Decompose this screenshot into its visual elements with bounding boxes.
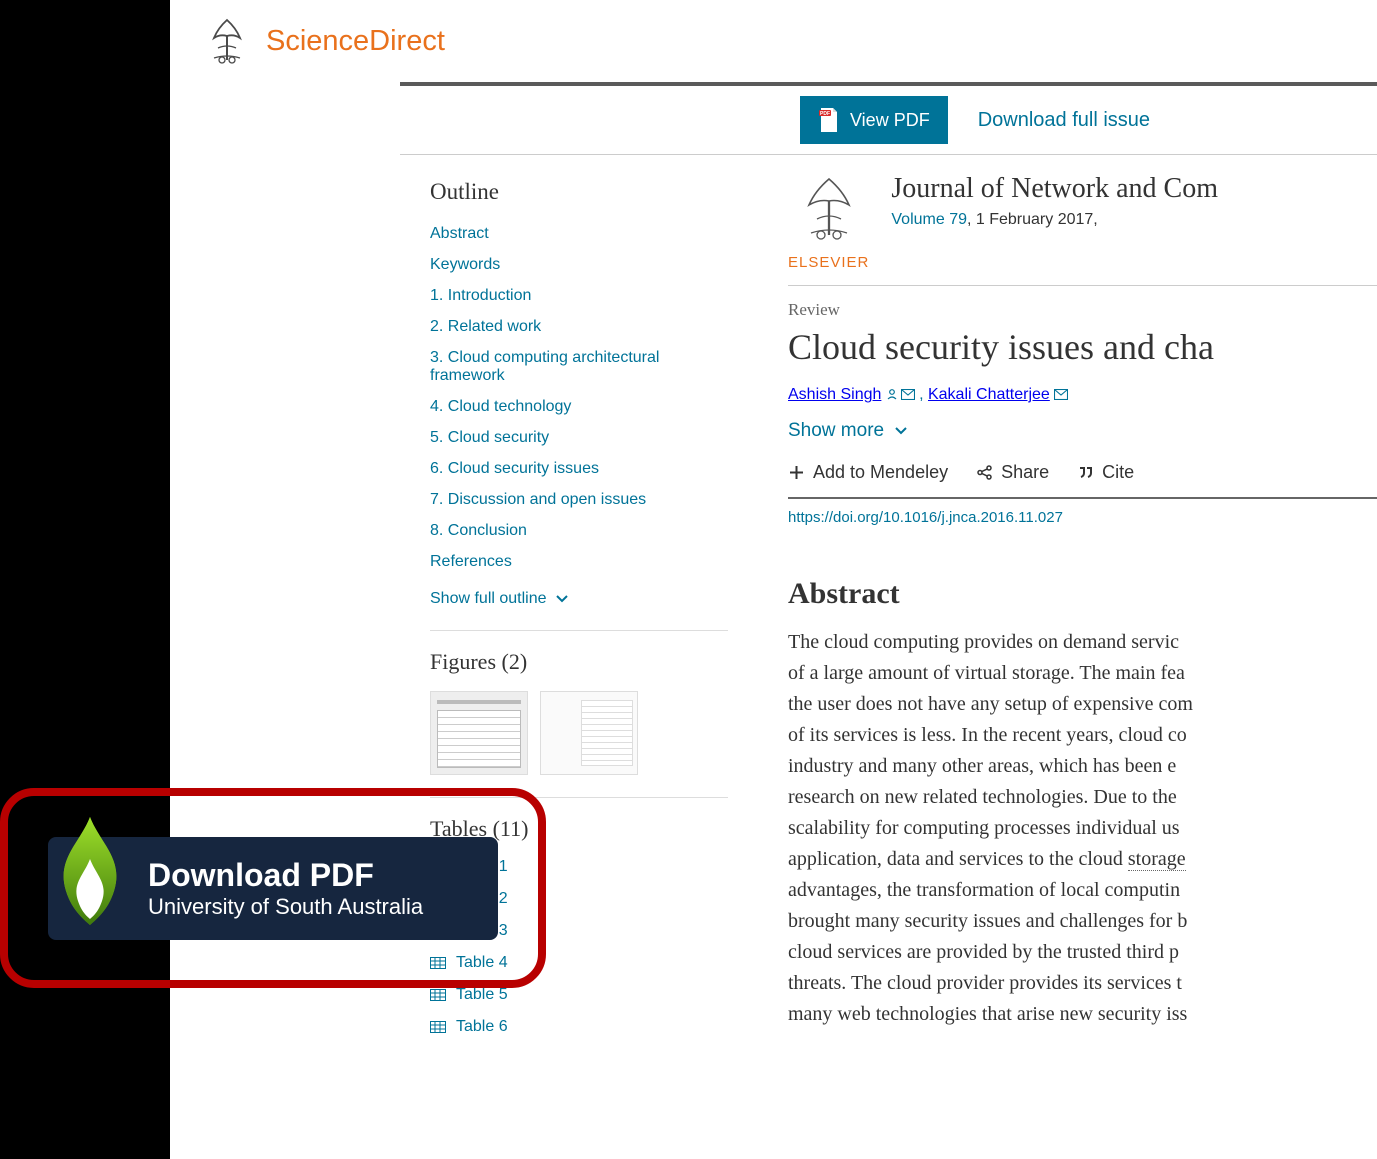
abstract-keyword-storage[interactable]: storage xyxy=(1128,848,1186,871)
add-to-mendeley-button[interactable]: Add to Mendeley xyxy=(788,462,948,483)
article-actions: Add to Mendeley Share Cite xyxy=(788,462,1377,483)
lean-download-pdf-button[interactable]: Download PDF University of South Austral… xyxy=(48,837,498,940)
abstract-line: industry and many other areas, which has… xyxy=(788,755,1176,777)
download-full-issue-link[interactable]: Download full issue xyxy=(978,109,1150,132)
article-toolbar: PDF View PDF Download full issue xyxy=(170,86,1377,154)
share-label: Share xyxy=(1001,462,1049,483)
outline-item-1[interactable]: 1. Introduction xyxy=(430,287,531,304)
journal-meta: Volume 79, 1 February 2017, xyxy=(891,211,1218,229)
person-icon[interactable] xyxy=(886,388,898,400)
article-main: ELSEVIER Journal of Network and Com Volu… xyxy=(758,155,1377,1050)
show-more-button[interactable]: Show more xyxy=(788,420,908,442)
author-link-1[interactable]: Ashish Singh xyxy=(788,386,881,403)
outline-item-3[interactable]: 3. Cloud computing architectural framewo… xyxy=(430,349,659,384)
figure-thumbnails xyxy=(430,691,728,775)
figures-heading: Figures (2) xyxy=(430,649,728,675)
outline-item-6[interactable]: 6. Cloud security issues xyxy=(430,460,599,477)
table-link-5[interactable]: Table 5 xyxy=(430,986,508,1004)
outline-item-keywords[interactable]: Keywords xyxy=(430,256,500,273)
site-header: ScienceDirect xyxy=(170,0,1377,82)
outline-item-2[interactable]: 2. Related work xyxy=(430,318,541,335)
cite-button[interactable]: Cite xyxy=(1077,462,1134,483)
chevron-down-icon xyxy=(555,592,569,606)
elsevier-tree-logo-icon xyxy=(200,14,254,68)
flame-icon xyxy=(42,813,138,933)
abstract-heading: Abstract xyxy=(788,577,1377,611)
abstract-line: the user does not have any setup of expe… xyxy=(788,693,1193,715)
abstract-line: many web technologies that arise new sec… xyxy=(788,1003,1187,1025)
quote-icon xyxy=(1077,464,1094,481)
table-link-6[interactable]: Table 6 xyxy=(430,1018,508,1036)
table-label: Table 6 xyxy=(456,1018,508,1036)
abstract-line: of its services is less. In the recent y… xyxy=(788,724,1187,746)
journal-title[interactable]: Journal of Network and Com xyxy=(891,173,1218,205)
doi-link[interactable]: https://doi.org/10.1016/j.jnca.2016.11.0… xyxy=(788,509,1063,526)
pdf-file-icon: PDF xyxy=(818,108,840,132)
article-type-label: Review xyxy=(788,300,1377,320)
lean-title: Download PDF xyxy=(148,857,468,894)
abstract-line: of a large amount of virtual storage. Th… xyxy=(788,662,1185,684)
mail-icon[interactable] xyxy=(1054,389,1068,400)
abstract-line: cloud services are provided by the trust… xyxy=(788,941,1179,963)
share-button[interactable]: Share xyxy=(976,462,1049,483)
outline-item-5[interactable]: 5. Cloud security xyxy=(430,429,549,446)
journal-title-block: Journal of Network and Com Volume 79, 1 … xyxy=(891,173,1218,229)
article-title: Cloud security issues and cha xyxy=(788,326,1377,368)
show-full-outline-button[interactable]: Show full outline xyxy=(430,590,569,608)
mendeley-label: Add to Mendeley xyxy=(813,462,948,483)
show-more-label: Show more xyxy=(788,420,884,442)
outline-item-abstract[interactable]: Abstract xyxy=(430,225,489,242)
outline-item-4[interactable]: 4. Cloud technology xyxy=(430,398,571,415)
abstract-line: research on new related technologies. Du… xyxy=(788,786,1177,808)
abstract-line: threats. The cloud provider provides its… xyxy=(788,972,1182,994)
journal-volume-link[interactable]: Volume 79 xyxy=(891,211,967,228)
authors-row: Ashish Singh , Kakali Chatterjee xyxy=(788,386,1377,404)
abstract-line: The cloud computing provides on demand s… xyxy=(788,631,1179,653)
abstract-body: The cloud computing provides on demand s… xyxy=(788,627,1377,1030)
author-separator: , xyxy=(919,386,928,403)
table-label: Table 5 xyxy=(456,986,508,1004)
figure-thumbnail-2[interactable] xyxy=(540,691,638,775)
lean-library-callout: Download PDF University of South Austral… xyxy=(0,788,546,988)
abstract-line: brought many security issues and challen… xyxy=(788,910,1187,932)
figure-thumbnail-1[interactable] xyxy=(430,691,528,775)
journal-date: , 1 February 2017, xyxy=(967,211,1098,228)
abstract-line: application, data and services to the cl… xyxy=(788,848,1128,870)
cite-label: Cite xyxy=(1102,462,1134,483)
table-icon xyxy=(430,1021,446,1033)
content-row: Outline Abstract Keywords 1. Introductio… xyxy=(400,155,1377,1050)
sidebar-divider-1 xyxy=(430,630,728,631)
view-pdf-button[interactable]: PDF View PDF xyxy=(800,96,948,144)
actions-divider xyxy=(788,497,1377,499)
show-full-outline-label: Show full outline xyxy=(430,590,547,608)
publisher-logo-block[interactable]: ELSEVIER xyxy=(788,173,869,271)
lean-subtitle: University of South Australia xyxy=(148,894,468,920)
svg-text:PDF: PDF xyxy=(820,111,830,117)
plus-icon xyxy=(788,464,805,481)
outline-item-references[interactable]: References xyxy=(430,553,512,570)
outline-heading: Outline xyxy=(430,179,728,205)
author-1-icons xyxy=(886,387,919,402)
abstract-line: advantages, the transformation of local … xyxy=(788,879,1180,901)
author-link-2[interactable]: Kakali Chatterjee xyxy=(928,386,1050,403)
mail-icon[interactable] xyxy=(901,389,915,400)
chevron-down-icon xyxy=(894,424,908,438)
share-icon xyxy=(976,464,993,481)
author-2-icons xyxy=(1054,387,1068,402)
outline-item-8[interactable]: 8. Conclusion xyxy=(430,522,527,539)
view-pdf-label: View PDF xyxy=(850,110,930,131)
abstract-line: scalability for computing processes indi… xyxy=(788,817,1180,839)
table-icon xyxy=(430,989,446,1001)
publisher-name: ELSEVIER xyxy=(788,254,869,271)
outline-item-7[interactable]: 7. Discussion and open issues xyxy=(430,491,646,508)
outline-list: Abstract Keywords 1. Introduction 2. Rel… xyxy=(430,225,728,571)
journal-divider xyxy=(788,285,1377,286)
brand-name[interactable]: ScienceDirect xyxy=(266,25,445,58)
journal-header: ELSEVIER Journal of Network and Com Volu… xyxy=(788,173,1377,271)
elsevier-tree-icon xyxy=(791,173,867,249)
